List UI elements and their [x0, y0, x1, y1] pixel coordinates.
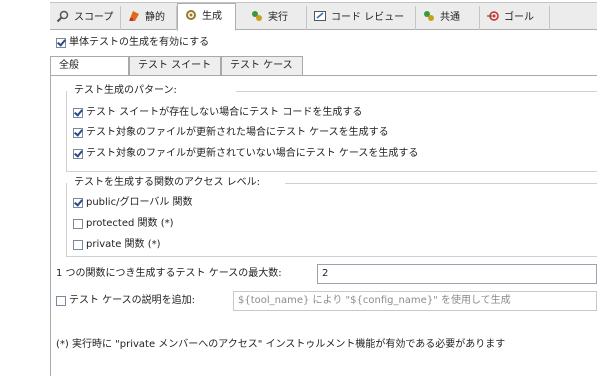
tab-static-label: 静的 — [145, 12, 165, 23]
pattern-checkbox-3[interactable] — [73, 149, 83, 159]
subtab-test-suite[interactable]: テスト スイート — [129, 56, 221, 75]
subtab-test-case-label: テスト ケース — [230, 60, 293, 71]
access-protected-label: protected 関数 (*) — [86, 218, 174, 229]
tab-scope[interactable]: スコープ — [50, 6, 121, 30]
access-group-border — [66, 183, 67, 256]
patterns-group-bottom-line — [66, 171, 597, 172]
subtab-general[interactable]: 全般 — [50, 56, 129, 76]
execution-icon — [250, 9, 264, 23]
common-icon — [422, 9, 436, 23]
tab-execution[interactable]: 実行 — [244, 6, 307, 30]
max-cases-label: 1 つの関数につき生成するテスト ケースの最大数: — [56, 268, 282, 279]
access-group-top-line — [285, 183, 597, 184]
tab-generation[interactable]: 生成 — [177, 3, 236, 31]
pattern-checkbox-2[interactable] — [73, 128, 83, 138]
enable-generation-label: 単体テストの生成を有効にする — [69, 37, 210, 48]
code-review-icon — [313, 9, 327, 23]
description-template-input[interactable]: ${tool_name} により "${config_name}" を使用して生… — [233, 291, 597, 311]
subtab-test-suite-label: テスト スイート — [138, 60, 212, 71]
pattern-checkbox-1[interactable] — [73, 108, 83, 118]
tab-goal[interactable]: ゴール — [480, 6, 550, 30]
subtab-test-case[interactable]: テスト ケース — [221, 56, 303, 75]
pattern-label-1: テスト スイートが存在しない場合にテスト コードを生成する — [86, 107, 363, 118]
tab-execution-label: 実行 — [268, 12, 288, 23]
max-cases-input[interactable]: 2 — [317, 264, 597, 284]
access-group-bottom-line — [66, 256, 597, 257]
tab-code-review-label: コード レビュー — [331, 12, 405, 23]
pattern-label-2: テスト対象のファイルが更新された場合にテスト ケースを生成する — [86, 127, 389, 138]
access-private-label: private 関数 (*) — [86, 239, 161, 250]
access-public-checkbox[interactable] — [73, 198, 83, 208]
patterns-group-border — [66, 91, 67, 171]
enable-generation-checkbox[interactable] — [56, 38, 66, 48]
add-description-label: テスト ケースの説明を追加: — [69, 295, 196, 306]
goal-icon — [486, 9, 500, 23]
subtab-general-label: 全般 — [59, 60, 79, 71]
access-private-checkbox[interactable] — [73, 240, 83, 250]
patterns-group-top-line — [236, 91, 597, 92]
generation-icon — [184, 8, 198, 22]
tab-common[interactable]: 共通 — [416, 6, 480, 30]
scope-icon — [56, 9, 70, 23]
patterns-title: テスト生成のパターン: — [74, 85, 177, 96]
access-protected-checkbox[interactable] — [73, 219, 83, 229]
private-access-footnote: (*) 実行時に "private メンバーへのアクセス" インストゥルメント機… — [56, 339, 506, 350]
static-icon — [127, 9, 141, 23]
main-tab-bar: スコープ 静的 生成 実行 コード レビュー 共通 ゴール — [50, 2, 597, 31]
access-public-label: public/グローバル 関数 — [86, 197, 193, 208]
tab-common-label: 共通 — [440, 12, 460, 23]
access-title: テストを生成する関数のアクセス レベル: — [74, 177, 261, 188]
tab-code-review[interactable]: コード レビュー — [307, 6, 416, 30]
tab-scope-label: スコープ — [74, 12, 114, 23]
tab-generation-label: 生成 — [202, 11, 222, 22]
pattern-label-3: テスト対象のファイルが更新されていない場合にテスト ケースを生成する — [86, 148, 419, 159]
add-description-checkbox[interactable] — [56, 296, 66, 306]
tab-static[interactable]: 静的 — [121, 6, 177, 30]
tab-goal-label: ゴール — [504, 12, 534, 23]
